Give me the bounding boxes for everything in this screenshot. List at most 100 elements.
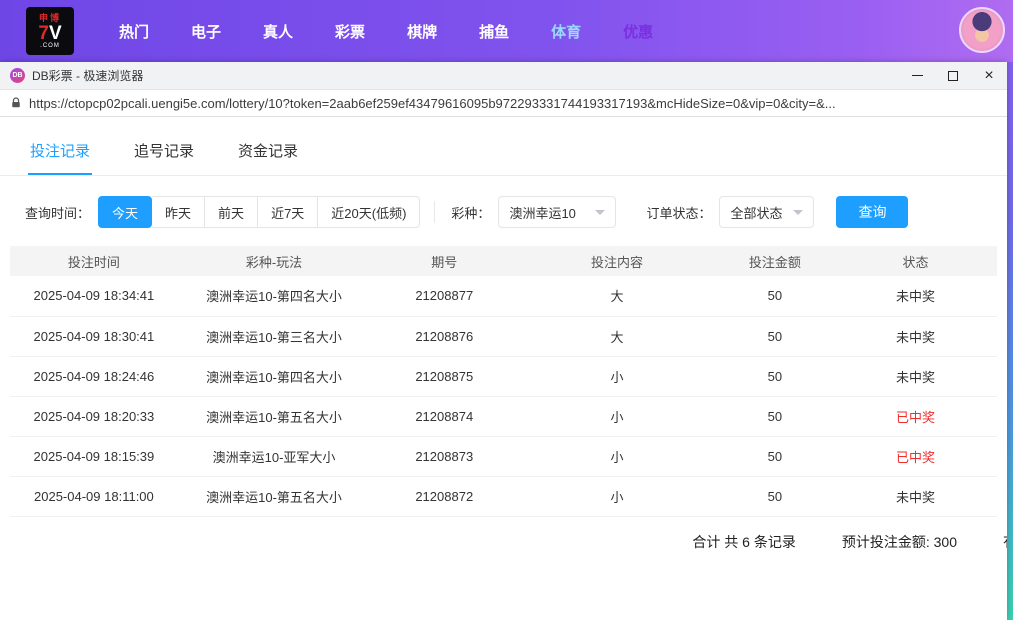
lottery-filter-label: 彩种： <box>451 203 490 222</box>
minimize-button[interactable] <box>899 62 935 89</box>
summary-total: 合计 共 6 条记录 <box>692 532 795 552</box>
site-logo[interactable]: 申博 7V .COM <box>26 7 74 55</box>
browser-urlbar[interactable]: https://ctopcp02pcali.uengi5e.com/lotter… <box>0 90 1007 117</box>
summary-bar: 合计 共 6 条记录 预计投注金额: 300 有效投注金 <box>0 532 1007 552</box>
summary-expected: 预计投注金额: 300 <box>842 532 957 552</box>
time-filter-label: 查询时间： <box>25 203 90 222</box>
cell-issue: 21208875 <box>370 356 518 396</box>
nav-item-promo[interactable]: 优惠 <box>602 21 674 42</box>
query-button[interactable]: 查询 <box>836 196 908 228</box>
browser-favicon-icon: DB <box>10 68 25 83</box>
nav-item-cards[interactable]: 棋牌 <box>386 21 458 42</box>
cell-game: 澳洲幸运10-第四名大小 <box>178 356 370 396</box>
record-tabs: 投注记录 追号记录 资金记录 <box>0 130 1007 176</box>
cell-issue: 21208873 <box>370 436 518 476</box>
cell-status: 已中奖 <box>834 436 997 476</box>
minimize-icon <box>912 75 923 76</box>
lottery-select[interactable]: 澳洲幸运10 <box>498 196 616 228</box>
table-row: 2025-04-09 18:11:00 澳洲幸运10-第五名大小 2120887… <box>10 476 997 516</box>
time-option-today[interactable]: 今天 <box>98 196 152 228</box>
time-option-7days[interactable]: 近7天 <box>258 196 318 228</box>
cell-amount: 50 <box>716 316 834 356</box>
cell-issue: 21208876 <box>370 316 518 356</box>
cell-issue: 21208874 <box>370 396 518 436</box>
cell-content: 小 <box>518 436 715 476</box>
cell-amount: 50 <box>716 396 834 436</box>
nav-item-live[interactable]: 真人 <box>242 21 314 42</box>
cell-amount: 50 <box>716 436 834 476</box>
table-row: 2025-04-09 18:30:41 澳洲幸运10-第三名大小 2120887… <box>10 316 997 356</box>
cell-content: 大 <box>518 276 715 316</box>
chevron-down-icon <box>793 210 803 215</box>
tab-fund-records[interactable]: 资金记录 <box>236 130 300 175</box>
maximize-button[interactable] <box>935 62 971 89</box>
cell-content: 大 <box>518 316 715 356</box>
cell-time: 2025-04-09 18:20:33 <box>10 396 178 436</box>
col-header-content: 投注内容 <box>518 246 715 276</box>
nav-item-sports[interactable]: 体育 <box>530 21 602 42</box>
col-header-game: 彩种-玩法 <box>178 246 370 276</box>
time-option-daybefore[interactable]: 前天 <box>205 196 258 228</box>
cell-time: 2025-04-09 18:24:46 <box>10 356 178 396</box>
col-header-status: 状态 <box>834 246 997 276</box>
cell-game: 澳洲幸运10-亚军大小 <box>178 436 370 476</box>
table-row: 2025-04-09 18:24:46 澳洲幸运10-第四名大小 2120887… <box>10 356 997 396</box>
nav-item-slots[interactable]: 电子 <box>170 21 242 42</box>
logo-text-7v: 7V <box>38 24 61 43</box>
nav-item-lottery[interactable]: 彩票 <box>314 21 386 42</box>
table-row: 2025-04-09 18:20:33 澳洲幸运10-第五名大小 2120887… <box>10 396 997 436</box>
tab-chase-records[interactable]: 追号记录 <box>132 130 196 175</box>
col-header-amount: 投注金额 <box>716 246 834 276</box>
main-nav: 热门 电子 真人 彩票 棋牌 捕鱼 体育 优惠 <box>98 21 674 42</box>
cell-amount: 50 <box>716 476 834 516</box>
col-header-time: 投注时间 <box>10 246 178 276</box>
col-header-issue: 期号 <box>370 246 518 276</box>
time-option-20days[interactable]: 近20天(低频) <box>318 196 420 228</box>
cell-time: 2025-04-09 18:11:00 <box>10 476 178 516</box>
maximize-icon <box>948 71 958 81</box>
lottery-select-value: 澳洲幸运10 <box>509 203 575 222</box>
bet-records-table: 投注时间 彩种-玩法 期号 投注内容 投注金额 状态 2025-04-09 18… <box>10 246 997 517</box>
site-header: 申博 7V .COM 热门 电子 真人 彩票 棋牌 捕鱼 体育 优惠 <box>0 0 1013 62</box>
order-status-value: 全部状态 <box>730 203 782 222</box>
cell-issue: 21208877 <box>370 276 518 316</box>
close-button[interactable]: × <box>971 62 1007 89</box>
cell-game: 澳洲幸运10-第五名大小 <box>178 396 370 436</box>
tab-bet-records[interactable]: 投注记录 <box>28 130 92 175</box>
user-avatar[interactable] <box>959 7 1005 53</box>
status-filter-label: 订单状态： <box>646 203 711 222</box>
close-icon: × <box>984 68 993 84</box>
table-row: 2025-04-09 18:34:41 澳洲幸运10-第四名大小 2120887… <box>10 276 997 316</box>
cell-issue: 21208872 <box>370 476 518 516</box>
order-status-select[interactable]: 全部状态 <box>719 196 814 228</box>
nav-item-fishing[interactable]: 捕鱼 <box>458 21 530 42</box>
cell-game: 澳洲幸运10-第三名大小 <box>178 316 370 356</box>
chevron-down-icon <box>595 210 605 215</box>
cell-status: 未中奖 <box>834 356 997 396</box>
lock-icon <box>10 97 22 109</box>
window-title: DB彩票 - 极速浏览器 <box>32 67 143 84</box>
cell-amount: 50 <box>716 276 834 316</box>
cell-status: 已中奖 <box>834 396 997 436</box>
url-text[interactable]: https://ctopcp02pcali.uengi5e.com/lotter… <box>29 96 997 111</box>
cell-status: 未中奖 <box>834 476 997 516</box>
summary-valid: 有效投注金 <box>1003 532 1007 552</box>
cell-time: 2025-04-09 18:15:39 <box>10 436 178 476</box>
cell-content: 小 <box>518 476 715 516</box>
browser-window: DB DB彩票 - 极速浏览器 × https://ctopcp02pcali.… <box>0 62 1007 620</box>
cell-time: 2025-04-09 18:34:41 <box>10 276 178 316</box>
time-filter-group: 今天 昨天 前天 近7天 近20天(低频) <box>98 196 420 228</box>
filter-bar: 查询时间： 今天 昨天 前天 近7天 近20天(低频) 彩种： 澳洲幸运10 订… <box>25 196 1007 228</box>
table-row: 2025-04-09 18:15:39 澳洲幸运10-亚军大小 21208873… <box>10 436 997 476</box>
cell-status: 未中奖 <box>834 316 997 356</box>
cell-content: 小 <box>518 356 715 396</box>
table-header-row: 投注时间 彩种-玩法 期号 投注内容 投注金额 状态 <box>10 246 997 276</box>
cell-time: 2025-04-09 18:30:41 <box>10 316 178 356</box>
page-content: 投注记录 追号记录 资金记录 查询时间： 今天 昨天 前天 近7天 近20天(低… <box>0 130 1007 552</box>
cell-game: 澳洲幸运10-第五名大小 <box>178 476 370 516</box>
cell-status: 未中奖 <box>834 276 997 316</box>
nav-item-hot[interactable]: 热门 <box>98 21 170 42</box>
logo-text-cn: 申博 <box>39 14 61 23</box>
time-option-yesterday[interactable]: 昨天 <box>152 196 205 228</box>
cell-game: 澳洲幸运10-第四名大小 <box>178 276 370 316</box>
